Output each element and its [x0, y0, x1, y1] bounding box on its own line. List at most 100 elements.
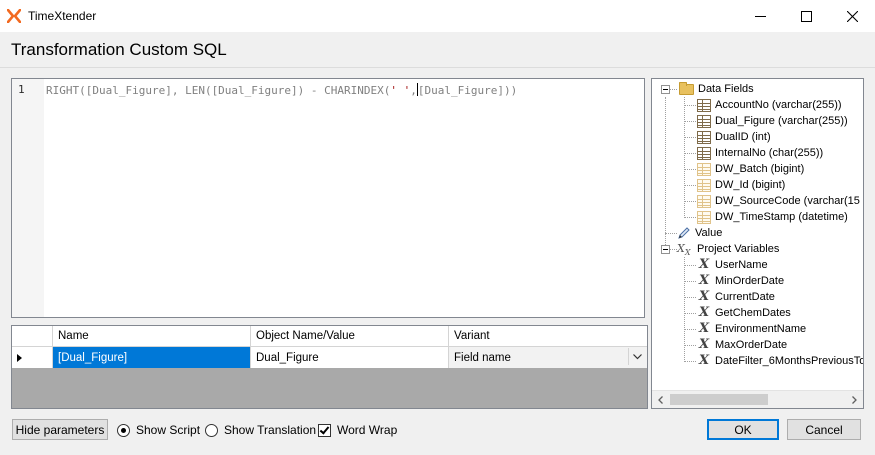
- tree-node-variable[interactable]: X UserName: [697, 257, 768, 273]
- tree-guide-line: [684, 257, 685, 362]
- tree-node-label: CurrentDate: [715, 291, 775, 303]
- cancel-button[interactable]: Cancel: [787, 419, 861, 440]
- minimize-button[interactable]: [737, 0, 783, 32]
- line-number: 1: [18, 83, 25, 96]
- column-header-name[interactable]: Name: [53, 326, 251, 346]
- tree-guide-line: [684, 137, 696, 138]
- tree-guide-line: [665, 97, 666, 251]
- tree-node-label: GetChemDates: [715, 307, 791, 319]
- code-string-literal: ' ': [390, 84, 411, 97]
- tree-node-label: DateFilter_6MonthsPreviousTo: [715, 355, 864, 367]
- column-header-variant[interactable]: Variant: [449, 326, 647, 346]
- window-title: TimeXtender: [28, 9, 97, 23]
- tree-node-field[interactable]: InternalNo (char(255)): [697, 145, 823, 161]
- tree-node-label: EnvironmentName: [715, 323, 807, 335]
- close-button[interactable]: [829, 0, 875, 32]
- scrollbar-thumb[interactable]: [670, 394, 768, 405]
- close-icon: [846, 10, 858, 22]
- chevron-left-icon: [658, 395, 663, 404]
- tree-node-variable[interactable]: X GetChemDates: [697, 305, 791, 321]
- radio-selected-icon: [117, 423, 130, 437]
- tree-node-field[interactable]: AccountNo (varchar(255)): [697, 97, 842, 113]
- tree-guide-line: [670, 249, 677, 250]
- collapse-project-variables-toggle[interactable]: [661, 245, 670, 254]
- grid-corner-cell: [12, 326, 53, 346]
- tree-guide-line: [684, 329, 696, 330]
- field-tree[interactable]: Data Fields AccountNo (varchar(255)) Dua…: [651, 78, 864, 409]
- tree-guide-line: [684, 169, 696, 170]
- tree-node-label: DW_TimeStamp (datetime): [715, 211, 848, 223]
- word-wrap-checkbox[interactable]: Word Wrap: [318, 422, 397, 438]
- tree-guide-line: [684, 265, 696, 266]
- tree-node-data-fields[interactable]: Data Fields: [679, 81, 754, 97]
- tree-horizontal-scrollbar[interactable]: [652, 390, 863, 408]
- folder-icon: [679, 81, 694, 95]
- variant-dropdown-button[interactable]: [628, 348, 646, 365]
- field-icon: [697, 146, 711, 160]
- tree-node-field[interactable]: DualID (int): [697, 129, 771, 145]
- variable-icon: X: [698, 321, 710, 336]
- tree-node-label: UserName: [715, 259, 768, 271]
- collapse-data-fields-toggle[interactable]: [661, 85, 670, 94]
- show-script-label: Show Script: [136, 423, 201, 437]
- table-row[interactable]: [Dual_Figure] Dual_Figure Field name: [12, 347, 647, 368]
- tree-node-label: Data Fields: [698, 83, 754, 95]
- variant-selected-value: Field name: [454, 351, 511, 364]
- tree-node-variable[interactable]: X MaxOrderDate: [697, 337, 787, 353]
- param-name-cell[interactable]: [Dual_Figure]: [53, 347, 251, 368]
- current-row-arrow-icon: [17, 353, 22, 362]
- tree-guide-line: [684, 97, 685, 218]
- ok-button[interactable]: OK: [707, 419, 779, 440]
- maximize-button[interactable]: [783, 0, 829, 32]
- tree-node-variable[interactable]: X CurrentDate: [697, 289, 775, 305]
- grid-header-row: Name Object Name/Value Variant: [12, 326, 647, 347]
- line-number-gutter: 1: [12, 79, 44, 317]
- code-comma: ,: [410, 84, 417, 97]
- variable-icon: X: [698, 273, 710, 288]
- pencil-icon: [678, 227, 690, 239]
- code-line[interactable]: RIGHT([Dual_Figure], LEN([Dual_Figure]) …: [46, 83, 517, 97]
- timextender-logo-icon: [7, 9, 21, 23]
- show-script-radio[interactable]: Show Script: [117, 422, 200, 438]
- tree-node-system-field[interactable]: DW_TimeStamp (datetime): [697, 209, 848, 225]
- tree-node-system-field[interactable]: DW_Id (bigint): [697, 177, 785, 193]
- tree-node-label: DualID (int): [715, 131, 771, 143]
- tree-guide-line: [670, 89, 677, 90]
- tree-node-variable[interactable]: X MinOrderDate: [697, 273, 784, 289]
- row-selector[interactable]: [12, 347, 53, 368]
- minimize-icon: [754, 15, 766, 17]
- tree-node-project-variables[interactable]: XX Project Variables: [677, 241, 779, 257]
- scroll-left-button[interactable]: [652, 391, 669, 408]
- tree-node-value[interactable]: Value: [677, 225, 722, 241]
- word-wrap-label: Word Wrap: [337, 423, 398, 437]
- tree-node-field[interactable]: Dual_Figure (varchar(255)): [697, 113, 848, 129]
- sql-editor[interactable]: 1 RIGHT([Dual_Figure], LEN([Dual_Figure]…: [11, 78, 645, 318]
- tree-node-system-field[interactable]: DW_SourceCode (varchar(15: [697, 193, 860, 209]
- tree-node-label: InternalNo (char(255)): [715, 147, 824, 159]
- tree-node-label: Value: [695, 227, 723, 239]
- tree-node-variable[interactable]: X EnvironmentName: [697, 321, 806, 337]
- tree-node-system-field[interactable]: DW_Batch (bigint): [697, 161, 804, 177]
- tree-node-variable[interactable]: X DateFilter_6MonthsPreviousTo: [697, 353, 864, 369]
- radio-unselected-icon: [205, 423, 218, 437]
- tree-node-label: DW_Id (bigint): [715, 179, 786, 191]
- chevron-right-icon: [852, 395, 857, 404]
- parameters-grid: Name Object Name/Value Variant [Dual_Fig…: [11, 325, 648, 409]
- field-icon: [697, 98, 711, 112]
- system-field-icon: [697, 162, 711, 176]
- scroll-right-button[interactable]: [846, 391, 863, 408]
- variables-icon: XX: [677, 242, 691, 258]
- tree-guide-line: [684, 217, 696, 218]
- column-header-object-value[interactable]: Object Name/Value: [251, 326, 449, 346]
- tree-guide-line: [684, 201, 696, 202]
- hide-parameters-button[interactable]: Hide parameters: [12, 419, 108, 440]
- variable-icon: X: [698, 289, 710, 304]
- tree-guide-line: [684, 361, 696, 362]
- tree-guide-line: [684, 153, 696, 154]
- variant-dropdown[interactable]: Field name: [449, 347, 647, 368]
- param-value-cell[interactable]: Dual_Figure: [251, 347, 449, 368]
- tree-node-label: MaxOrderDate: [715, 339, 788, 351]
- show-translation-radio[interactable]: Show Translation: [205, 422, 316, 438]
- tree-guide-line: [684, 105, 696, 106]
- variable-icon: X: [698, 337, 710, 352]
